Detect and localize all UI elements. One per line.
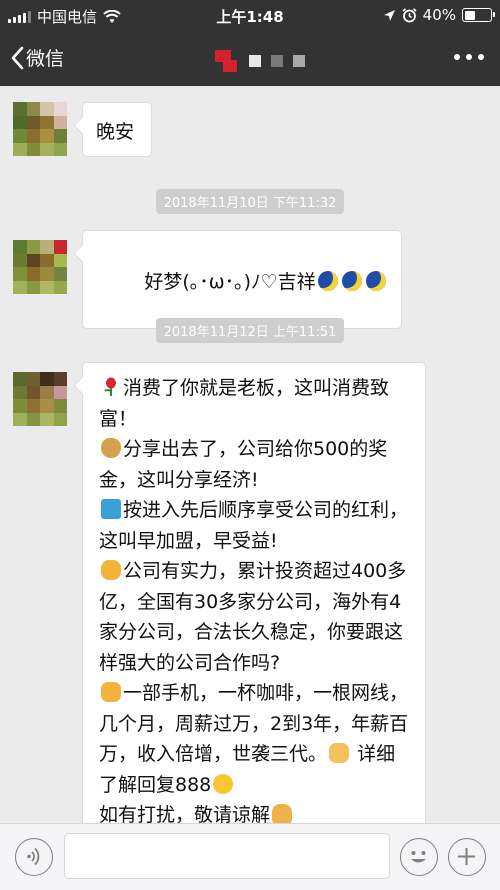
message-text: 晚安 [96,121,135,143]
location-arrow-icon [383,9,395,21]
timestamp-label: 2018年11月12日 上午11:51 [155,318,345,343]
voice-button[interactable] [15,838,53,876]
money-bag-emoji-icon [101,438,121,458]
thinking-face-emoji-icon [213,773,234,794]
praying-hands-emoji-icon [272,804,293,824]
message-text: 好梦(｡･ω･｡)ﾉ♡吉祥 [144,271,316,293]
gift-emoji-icon [101,499,121,519]
back-button[interactable]: 微信 [10,44,64,71]
more-dots-icon[interactable] [454,54,484,60]
timestamp: 2018年11月10日 下午11:32 [0,189,500,214]
sleepy-moon-emoji-icon [365,271,386,291]
timestamp-label: 2018年11月10日 下午11:32 [155,189,345,214]
avatar[interactable] [13,240,67,294]
alarm-clock-icon [402,7,417,22]
voice-icon [27,847,40,866]
message-paragraph: 分享出去了，公司给你500的奖金，这叫分享经济! [99,438,388,491]
chat-area[interactable]: 晚安 2018年11月10日 下午11:32 好梦(｡･ω･｡)ﾉ♡吉祥 201… [0,86,500,844]
battery-fill [464,10,475,20]
message-line: 好梦(｡･ω･｡)ﾉ♡吉祥 [96,245,388,316]
emoji-button[interactable] [400,838,438,876]
contact-name-pixelated [215,50,305,72]
battery-icon [462,8,495,22]
status-bar: 中国电信 上午1:48 40% [0,0,500,30]
message-paragraph: 公司有实力，累计投资超过400多亿，全国有30多家分公司，海外有4家分公司，合法… [99,560,407,674]
battery-percent: 40% [422,6,456,24]
handshake-emoji-icon [329,743,350,763]
fist-bump-emoji-icon [101,560,121,580]
input-bar [0,823,500,890]
plus-icon [458,848,475,865]
plus-button[interactable] [448,838,486,876]
sleepy-moon-emoji-icon [341,271,362,291]
message-input[interactable] [64,833,390,879]
pixel-block [293,55,305,67]
chat-header: 微信 [0,30,500,86]
message-paragraph: 按进入先后顺序享受公司的红利，这叫早加盟，早受益! [99,499,409,552]
message-bubble[interactable]: 消费了你就是老板，这叫消费致富！ 分享出去了，公司给你500的奖金，这叫分享经济… [82,362,426,844]
pixel-block [271,55,283,67]
message-bubble[interactable]: 晚安 [82,102,153,157]
avatar[interactable] [13,372,67,426]
emoji-icon [411,851,426,863]
timestamp: 2018年11月12日 上午11:51 [0,318,500,343]
avatar[interactable] [13,102,67,156]
back-label: 微信 [26,48,65,70]
message-bubble[interactable]: 好梦(｡･ω･｡)ﾉ♡吉祥 [82,230,402,329]
message-paragraph: 消费了你就是老板，这叫消费致富！ [99,377,390,430]
thumbs-up-emoji-icon [101,682,121,702]
sleepy-moon-emoji-icon [317,271,338,291]
rose-emoji-icon [101,376,121,396]
message-body: 消费了你就是老板，这叫消费致富！ 分享出去了，公司给你500的奖金，这叫分享经济… [99,373,409,831]
pixel-block [249,55,261,67]
status-right: 40% [383,6,495,24]
chevron-left-icon [11,46,24,69]
pixel-block-red [215,50,239,72]
